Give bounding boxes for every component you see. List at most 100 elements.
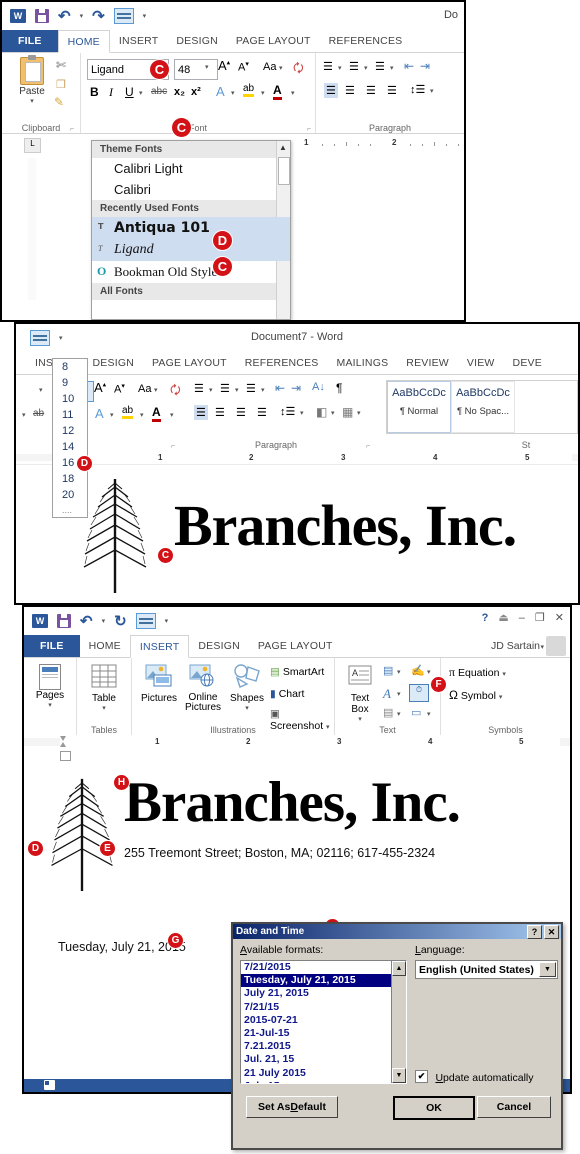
font-name-dropdown-list[interactable]: ▲ Theme Fonts Calibri Light Calibri Rece… <box>91 140 291 320</box>
ribbon-options-icon[interactable]: ⏏ <box>498 611 508 624</box>
close-icon[interactable]: ✕ <box>555 611 564 624</box>
undo-icon[interactable]: ↶ <box>80 612 93 630</box>
font-option-antiqua-101[interactable]: T Antiqua 101 <box>92 217 290 239</box>
tab-insert[interactable]: INSERT <box>129 635 190 658</box>
align-left-icon[interactable]: ☰ <box>324 83 338 98</box>
format-option[interactable]: 7/21/2015 <box>241 961 406 974</box>
font-option-calibri[interactable]: Calibri <box>92 179 290 200</box>
paste-button[interactable]: Paste ▾ <box>14 55 50 105</box>
line-spacing-dropdown-icon[interactable]: ▾ <box>300 409 304 417</box>
text-highlight-icon[interactable]: ab <box>122 405 134 419</box>
styles-gallery[interactable]: AaBbCcDc ¶ Normal AaBbCcDc ¶ No Spac... <box>386 380 578 434</box>
date-and-time-dialog[interactable]: Date and Time ? ✕ Available formats: Lan… <box>231 922 563 1150</box>
format-option[interactable]: 2015-07-21 <box>241 1014 406 1027</box>
wordart-dropdown-icon[interactable]: ▾ <box>397 690 401 698</box>
quick-parts-icon[interactable]: ▤ <box>383 664 393 677</box>
size-option-20[interactable]: 20 <box>53 487 87 503</box>
style-no-spacing[interactable]: AaBbCcDc ¶ No Spac... <box>451 381 515 433</box>
paste-dropdown-icon[interactable]: ▾ <box>14 97 50 105</box>
size-option-8[interactable]: 8 <box>53 359 87 375</box>
ribbon-tabs-2[interactable]: INSERT DESIGN PAGE LAYOUT REFERENCES MAI… <box>16 352 578 375</box>
text-box-dropdown-icon[interactable]: ▾ <box>341 715 379 723</box>
numbering-icon[interactable]: ☰ <box>220 382 230 395</box>
text-highlight-icon[interactable]: ab <box>243 83 255 97</box>
line-spacing-icon[interactable]: ↕☰ <box>410 83 425 96</box>
strikethrough-button[interactable]: ab <box>33 408 44 419</box>
ribbon-display-options-icon[interactable] <box>113 8 134 24</box>
format-option[interactable]: 7/21/15 <box>241 1001 406 1014</box>
format-option[interactable]: 21-Jul-15 <box>241 1027 406 1040</box>
quick-access-toolbar-2[interactable]: ▾ Document7 - Word <box>16 324 578 352</box>
show-marks-icon[interactable]: ¶ <box>336 381 342 395</box>
clear-formatting-icon[interactable]: 🗘 <box>293 59 304 80</box>
line-spacing-icon[interactable]: ↕☰ <box>280 405 295 418</box>
document-body-panel2[interactable]: Branches, Inc. <box>16 465 578 603</box>
justify-icon[interactable]: ☰ <box>257 406 267 419</box>
shapes-button[interactable]: Shapes ▾ <box>228 664 266 712</box>
ribbon-tabs-3[interactable]: FILE HOME INSERT DESIGN PAGE LAYOUT JD S… <box>24 635 570 658</box>
language-combobox[interactable]: English (United States) ▼ <box>415 960 558 979</box>
justify-icon[interactable]: ☰ <box>387 84 397 97</box>
equation-dropdown-icon[interactable]: ▾ <box>502 671 506 678</box>
avatar[interactable] <box>546 636 566 656</box>
restore-icon[interactable]: ❐ <box>535 611 545 624</box>
undo-dropdown-icon[interactable]: ▾ <box>80 12 84 20</box>
tab-design[interactable]: DESIGN <box>84 352 143 374</box>
font-color-dropdown-icon[interactable]: ▾ <box>170 411 174 419</box>
font-option-bookman-old-style[interactable]: O Bookman Old Style <box>92 261 290 283</box>
pages-button[interactable]: Pages ▾ <box>35 664 65 709</box>
minimize-icon[interactable]: – <box>519 612 525 624</box>
tab-insert[interactable]: INSERT <box>110 30 168 52</box>
bullets-dropdown-icon[interactable]: ▾ <box>338 64 342 72</box>
highlight-dropdown-icon[interactable]: ▾ <box>261 89 265 97</box>
font-option-ligand[interactable]: T Ligand <box>92 239 290 261</box>
change-case-icon[interactable]: Aa <box>263 61 276 73</box>
pages-dropdown-icon[interactable]: ▾ <box>35 701 65 709</box>
bold-button[interactable]: B <box>90 85 99 99</box>
bullets-icon[interactable]: ☰ <box>194 382 204 395</box>
save-icon[interactable] <box>35 9 49 23</box>
user-account-label[interactable]: JD Sartain <box>491 640 540 652</box>
font-name-dropdown-icon[interactable]: ▾ <box>39 386 43 394</box>
grow-font-icon[interactable]: A▴ <box>94 380 106 395</box>
text-effects-icon[interactable]: A <box>95 406 104 421</box>
font-color-icon[interactable]: A <box>152 405 161 422</box>
tab-page-layout[interactable]: PAGE LAYOUT <box>227 30 320 52</box>
format-option[interactable]: July 21, 2015 <box>241 987 406 1000</box>
redo-icon[interactable]: ↷ <box>92 7 105 25</box>
font-dialog-launcher-icon[interactable]: ⌐ <box>307 126 311 133</box>
text-effects-icon[interactable]: A <box>216 84 225 99</box>
qat-more-icon[interactable]: ▾ <box>165 617 169 625</box>
text-box-button[interactable]: A Text Box ▾ <box>341 664 379 723</box>
align-right-icon[interactable]: ☰ <box>366 84 376 97</box>
tab-page-layout[interactable]: PAGE LAYOUT <box>249 635 342 657</box>
borders-dropdown-icon[interactable]: ▾ <box>357 409 361 417</box>
symbol-dropdown-icon[interactable]: ▾ <box>499 694 503 701</box>
drop-cap-icon[interactable]: ▤ <box>383 706 393 719</box>
tab-design[interactable]: DESIGN <box>167 30 226 52</box>
font-dialog-launcher-icon[interactable]: ⌐ <box>171 443 175 450</box>
font-color-icon[interactable]: A <box>273 83 282 100</box>
tab-mailings[interactable]: MAILINGS <box>328 352 398 374</box>
multilevel-list-icon[interactable]: ☰ <box>375 60 385 73</box>
size-option-12[interactable]: 12 <box>53 423 87 439</box>
tab-page-layout[interactable]: PAGE LAYOUT <box>143 352 236 374</box>
wordart-icon[interactable]: A <box>383 686 391 702</box>
clear-formatting-icon[interactable]: 🗘 <box>170 381 181 402</box>
ok-button[interactable]: OK <box>393 1096 475 1120</box>
size-option-18[interactable]: 18 <box>53 471 87 487</box>
strike-dropdown-icon[interactable]: ▾ <box>22 411 26 419</box>
set-as-default-button[interactable]: Set As Default <box>246 1096 338 1118</box>
help-icon[interactable]: ? <box>482 612 489 624</box>
indent-box-icon[interactable] <box>60 751 71 761</box>
cut-icon[interactable]: ✄ <box>56 58 66 72</box>
shrink-font-icon[interactable]: A▾ <box>238 60 249 74</box>
close-button[interactable]: ✕ <box>544 925 559 939</box>
equation-button[interactable]: π Equation ▾ <box>449 665 506 680</box>
tab-developer[interactable]: DEVE <box>504 352 551 374</box>
shrink-font-icon[interactable]: A▾ <box>114 382 125 396</box>
clipboard-dialog-launcher-icon[interactable]: ⌐ <box>70 126 74 133</box>
align-center-icon[interactable]: ☰ <box>215 406 225 419</box>
redo-icon[interactable]: ↻ <box>114 612 127 630</box>
change-case-dropdown-icon[interactable]: ▾ <box>279 64 283 72</box>
